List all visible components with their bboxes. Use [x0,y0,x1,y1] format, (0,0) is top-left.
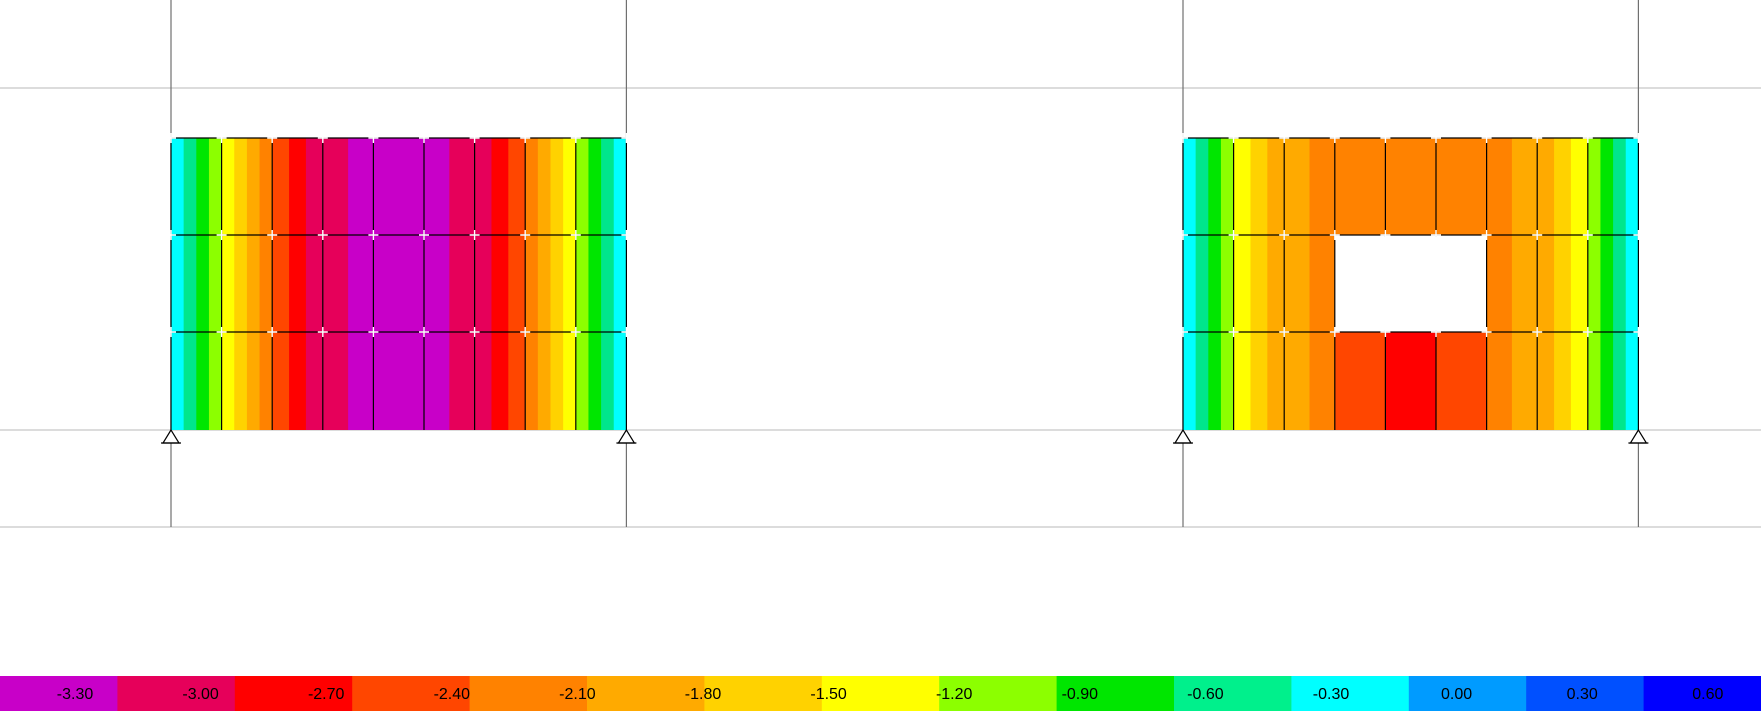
contour-band [246,138,261,430]
legend-tick-label: -1.80 [685,686,722,703]
legend-tick-label: -2.70 [308,686,345,703]
contour-band [305,138,324,430]
contour-band [171,138,185,430]
contour-band [272,138,290,430]
contour-band [1334,332,1386,430]
contour-band [449,138,476,430]
contour-band [1436,332,1488,430]
contour-band [1208,138,1222,430]
legend-tick-label: -0.30 [1313,686,1350,703]
wall-right[interactable] [1178,133,1644,430]
contour-band [508,138,526,430]
contour-band [1554,138,1572,430]
legend-bands [0,676,1761,711]
contour-band [196,138,210,430]
contour-band [1220,138,1235,430]
contour-band [575,138,590,430]
contour-band [1284,138,1311,430]
model-view[interactable] [0,0,1761,676]
legend-band [1291,676,1410,711]
contour-band [537,138,552,430]
contour-band [1587,138,1602,430]
contour-band [289,138,307,430]
contour-band [525,138,539,430]
pin-support-icon [1629,428,1648,444]
contour-band [1600,138,1614,430]
legend-tick-label: -1.50 [810,686,847,703]
legend-tick-label: -2.40 [434,686,471,703]
contour-band [588,138,602,430]
contour-band [474,138,493,430]
shell-contours [166,133,1644,430]
contour-band [1195,138,1209,430]
color-scale-legend: -3.30 -3.00 -2.70 -2.40 -2.10 -1.80 -1.50 -1.20… [0,676,1761,711]
contour-band [1511,138,1538,430]
contour-band [322,138,349,430]
contour-band [601,138,615,430]
contour-band [348,138,374,430]
contour-band [1309,138,1336,430]
pin-support-icon [1173,428,1193,444]
contour-band [1570,138,1589,430]
wall-opening-interior [1336,236,1486,331]
contour-band [234,138,248,430]
contour-band [183,138,197,430]
supports [161,428,1649,444]
contour-band [613,138,627,430]
legend-tick-label: -1.20 [936,686,973,703]
legend-tick-label: 0.00 [1441,686,1472,703]
contour-band [208,138,223,430]
legend-tick-label: -0.90 [1062,686,1099,703]
contour-band [1250,138,1268,430]
contour-band [1183,138,1197,430]
contour-band [1613,138,1627,430]
legend-tick-label: 0.60 [1692,686,1723,703]
contour-band [373,138,425,430]
legend-band [704,676,823,711]
contour-band [1385,332,1437,430]
contour-band [1267,138,1285,430]
legend-tick-label: -2.10 [559,686,596,703]
legend-tick-label: -0.60 [1187,686,1224,703]
contour-band [424,138,450,430]
wall-left[interactable] [166,133,632,430]
contour-band [1537,138,1555,430]
contour-band [1625,138,1639,430]
legend-tick-label: -3.00 [182,686,219,703]
contour-band [221,138,235,430]
contour-band [1486,138,1513,430]
legend-tick-label: -3.30 [57,686,94,703]
contour-band [563,138,577,430]
pin-support-icon [617,428,636,444]
contour-band [1233,138,1252,430]
pin-support-icon [161,428,181,444]
legend-tick-label: 0.30 [1567,686,1598,703]
model-viewport[interactable]: -3.30 -3.00 -2.70 -2.40 -2.10 -1.80 -1.50 -1.20… [0,0,1761,711]
contour-band [550,138,564,430]
contour-band [491,138,509,430]
contour-band [259,138,273,430]
